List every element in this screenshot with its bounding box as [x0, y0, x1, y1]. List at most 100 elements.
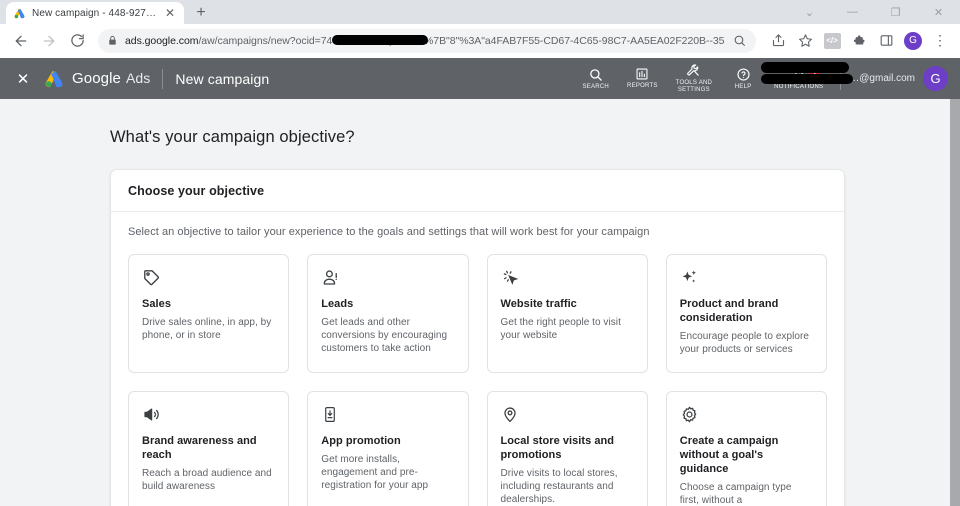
card-subtitle: Select an objective to tailor your exper…: [128, 226, 650, 238]
profile-avatar-letter: G: [904, 31, 922, 50]
search-button[interactable]: SEARCH: [573, 67, 618, 91]
mobile-app-icon: [321, 405, 454, 427]
close-window-button[interactable]: ✕: [917, 0, 960, 24]
chrome-menu-icon[interactable]: ⋮: [928, 29, 952, 53]
zoom-search-icon[interactable]: [732, 34, 746, 47]
tab-title: New campaign - 448-927-6666 -: [32, 7, 157, 19]
url-tail: mpnInfo=%7B"8"%3A"a4FAB7F55-CD67-4C65-98…: [380, 34, 725, 47]
brand-ads: Ads: [125, 70, 151, 86]
header-actions: SEARCH REPORTS TOOLS AND SETTINGS HELP !…: [573, 58, 950, 99]
devtools-badge-icon[interactable]: </>: [820, 29, 844, 53]
sparkle-icon: [680, 268, 813, 290]
tab-search-button[interactable]: ⌄: [788, 0, 831, 24]
objective-option-sales[interactable]: Sales Drive sales online, in app, by pho…: [128, 254, 290, 373]
objective-grid: Sales Drive sales online, in app, by pho…: [111, 238, 844, 506]
content-viewport: What's your campaign objective? Choose y…: [0, 99, 903, 506]
right-edge-band: [950, 99, 960, 506]
forward-button[interactable]: [36, 28, 62, 54]
objective-desc: Get leads and other conversions by encou…: [321, 317, 448, 354]
page-title: New campaign: [175, 70, 270, 87]
url-host: ads.google.com: [125, 34, 199, 47]
redaction-bar-email-top: [761, 62, 849, 73]
help-label: HELP: [734, 83, 752, 90]
location-pin-icon: [501, 405, 634, 427]
gear-icon: [680, 405, 813, 427]
lock-icon: [107, 35, 118, 46]
new-tab-button[interactable]: +: [188, 2, 214, 24]
reload-button[interactable]: [64, 28, 90, 54]
google-ads-header: ✕ Google Ads New campaign SEARCH REPORTS: [0, 58, 960, 99]
notifications-label: NOTIFICATIONS: [774, 83, 824, 90]
objective-desc: Reach a broad audience and build awarene…: [142, 468, 272, 492]
card-header: Choose your objective: [111, 170, 844, 212]
url-path: /aw/campaigns/new?ocid=: [198, 34, 321, 47]
brand-wordmark: Google Ads: [72, 70, 150, 87]
page-heading: What's your campaign objective?: [110, 128, 355, 146]
objective-desc: Get the right people to visit your websi…: [500, 317, 621, 341]
browser-toolbar: ads.google.com/aw/campaigns/new?ocid=74 m…: [0, 24, 960, 58]
account-switcher[interactable]: …@gmail.com G: [761, 62, 950, 91]
tools-and-settings-label: TOOLS AND SETTINGS: [675, 80, 713, 93]
redaction-bar-email-left: [761, 74, 853, 84]
search-label: SEARCH: [582, 83, 609, 90]
bookmark-star-icon[interactable]: [793, 29, 817, 53]
objective-title: App promotion: [321, 435, 401, 447]
close-icon[interactable]: ✕: [10, 66, 36, 92]
header-divider: [162, 68, 164, 89]
megaphone-icon: [142, 405, 275, 427]
account-email: …@gmail.com: [761, 62, 915, 84]
google-ads-logo: [42, 68, 66, 90]
toolbar-icons: </> G ⋮: [764, 29, 952, 53]
window-controls: ⌄ — ❐ ✕: [788, 0, 960, 24]
objective-option-local-store-visits[interactable]: Local store visits and promotions Drive …: [486, 391, 648, 506]
objective-desc: Drive visits to local stores, including …: [500, 468, 618, 505]
browser-tab[interactable]: New campaign - 448-927-6666 - ✕: [6, 2, 184, 24]
side-panel-icon[interactable]: [874, 29, 898, 53]
objective-title: Website traffic: [500, 298, 577, 310]
reports-button[interactable]: REPORTS: [618, 67, 667, 90]
reports-label: REPORTS: [627, 83, 658, 89]
back-button[interactable]: [8, 28, 34, 54]
account-avatar: G: [923, 66, 948, 91]
page-content: What's your campaign objective? Choose y…: [0, 99, 960, 506]
account-email-text: …@gmail.com: [849, 73, 915, 84]
address-bar[interactable]: ads.google.com/aw/campaigns/new?ocid=74 m…: [98, 28, 756, 53]
objective-option-app-promotion[interactable]: App promotion Get more installs, engagem…: [307, 391, 469, 506]
objective-card: Choose your objective Select an objectiv…: [110, 169, 845, 506]
share-icon[interactable]: [766, 29, 790, 53]
google-ads-favicon: [13, 7, 26, 20]
tab-strip: New campaign - 448-927-6666 - ✕ + ⌄ — ❐ …: [0, 0, 960, 24]
tab-close-icon[interactable]: ✕: [163, 6, 177, 20]
browser-window: New campaign - 448-927-6666 - ✕ + ⌄ — ❐ …: [0, 0, 960, 506]
url-redacted-head: 74: [320, 34, 333, 47]
card-title: Choose your objective: [128, 184, 265, 198]
url-text: ads.google.com/aw/campaigns/new?ocid=74 m…: [125, 35, 725, 47]
brand-google: Google: [72, 70, 121, 87]
minimize-button[interactable]: —: [831, 0, 874, 24]
cursor-click-icon: [501, 268, 634, 290]
help-button[interactable]: HELP: [721, 67, 765, 91]
people-icon: [321, 268, 454, 290]
objective-title: Leads: [321, 298, 354, 310]
objective-option-product-brand-consideration[interactable]: Product and brand consideration Encourag…: [665, 254, 827, 373]
objective-option-no-goal-guidance[interactable]: Create a campaign without a goal's guida…: [665, 391, 827, 506]
objective-title: Create a campaign without a goal's guida…: [679, 435, 779, 475]
objective-desc: Encourage people to explore your product…: [679, 331, 809, 355]
objective-option-leads[interactable]: Leads Get leads and other conversions by…: [307, 254, 469, 373]
tools-and-settings-button[interactable]: TOOLS AND SETTINGS: [667, 63, 721, 94]
objective-desc: Drive sales online, in app, by phone, or…: [142, 317, 272, 341]
profile-avatar[interactable]: G: [901, 29, 925, 53]
maximize-button[interactable]: ❐: [874, 0, 917, 24]
objective-desc: Choose a campaign type first, without a …: [679, 482, 792, 506]
objective-option-brand-awareness[interactable]: Brand awareness and reach Reach a broad …: [128, 391, 290, 506]
devtools-glyph: </>: [823, 32, 841, 49]
objective-title: Brand awareness and reach: [142, 435, 257, 461]
objective-option-website-traffic[interactable]: Website traffic Get the right people to …: [486, 254, 648, 373]
redaction-bar: [332, 34, 429, 45]
objective-title: Sales: [142, 298, 171, 310]
objective-title: Product and brand consideration: [679, 298, 779, 324]
tag-icon: [142, 268, 275, 290]
extensions-puzzle-icon[interactable]: [847, 29, 871, 53]
objective-desc: Get more installs, engagement and pre-re…: [321, 454, 429, 491]
objective-title: Local store visits and promotions: [500, 435, 615, 461]
